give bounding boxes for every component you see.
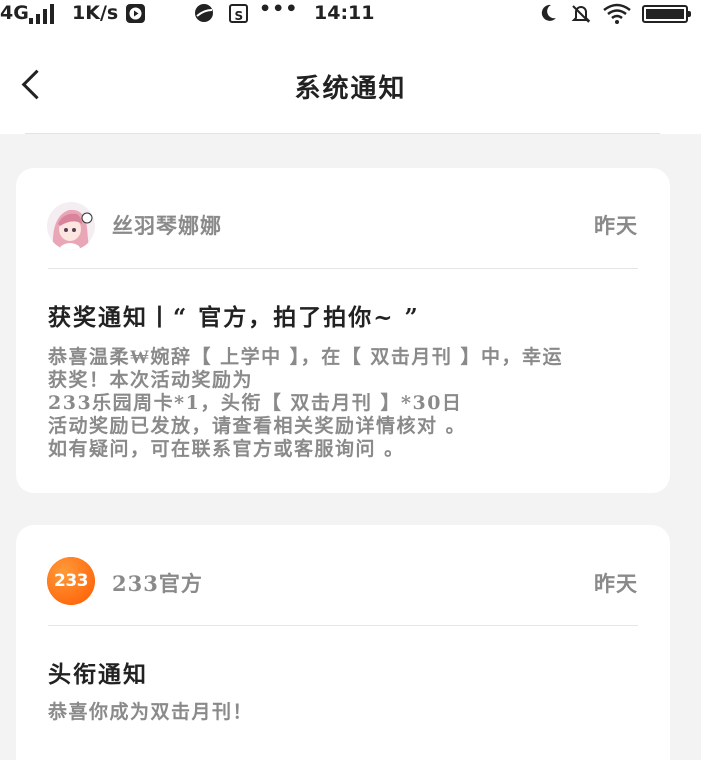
card-divider <box>48 625 638 626</box>
clock: 14:11 <box>314 2 375 24</box>
notification-body: 恭喜温柔₩婉辞【 上学中 】，在【 双击月刊 】中，幸运 获奖！本次活动奖励为 … <box>48 346 648 461</box>
timestamp: 昨天 <box>594 213 638 238</box>
sender-name: 丝羽琴娜娜 <box>112 213 222 238</box>
sender-name: 233官方 <box>112 571 203 596</box>
body-line: 如有疑问，可在联系官方或客服询问 。 <box>48 438 405 460</box>
body-line: 233乐园周卡*1，头衔【 双击月刊 】*30日 <box>48 392 463 414</box>
signal-icon <box>29 4 55 24</box>
brand-logo-233: 233 <box>47 557 95 605</box>
body-line: 活动奖励已发放，请查看相关奖励详情核对 。 <box>48 415 467 437</box>
network-speed: 1K/s <box>72 2 119 24</box>
body-line: 恭喜你成为双击月刊！ <box>48 701 254 723</box>
svg-text:S: S <box>235 9 244 23</box>
mute-bell-icon <box>570 3 592 30</box>
planet-icon <box>195 4 213 22</box>
page-title: 系统通知 <box>294 74 407 104</box>
moon-icon <box>538 3 558 28</box>
battery-icon <box>642 5 691 23</box>
card-divider <box>48 268 638 269</box>
network-type: 4G <box>0 2 29 24</box>
wifi-icon <box>602 3 632 30</box>
more-icon: ••• <box>259 0 299 20</box>
notification-card[interactable]: 233 233官方 昨天 头衔通知 恭喜你成为双击月刊！ <box>16 525 670 760</box>
status-bar: 4G 1K/s S ••• 14:11 <box>0 0 701 30</box>
body-line: 获奖！本次活动奖励为 <box>48 369 254 391</box>
s-app-icon: S <box>229 4 248 23</box>
avatar[interactable]: 233 <box>47 557 95 605</box>
body-line: 恭喜温柔₩婉辞【 上学中 】，在【 双击月刊 】中，幸运 <box>48 346 563 368</box>
header-divider <box>25 133 660 134</box>
media-play-icon <box>126 4 145 23</box>
notification-body: 恭喜你成为双击月刊！ <box>48 701 648 724</box>
nav-bar: 系统通知 <box>0 30 701 134</box>
notification-title: 获奖通知丨“ 官方，拍了拍你~ ” <box>48 304 420 331</box>
notification-title: 头衔通知 <box>48 661 148 688</box>
notification-card[interactable]: 丝羽琴娜娜 昨天 获奖通知丨“ 官方，拍了拍你~ ” 恭喜温柔₩婉辞【 上学中 … <box>16 168 670 493</box>
avatar[interactable] <box>47 202 95 250</box>
timestamp: 昨天 <box>594 571 638 596</box>
